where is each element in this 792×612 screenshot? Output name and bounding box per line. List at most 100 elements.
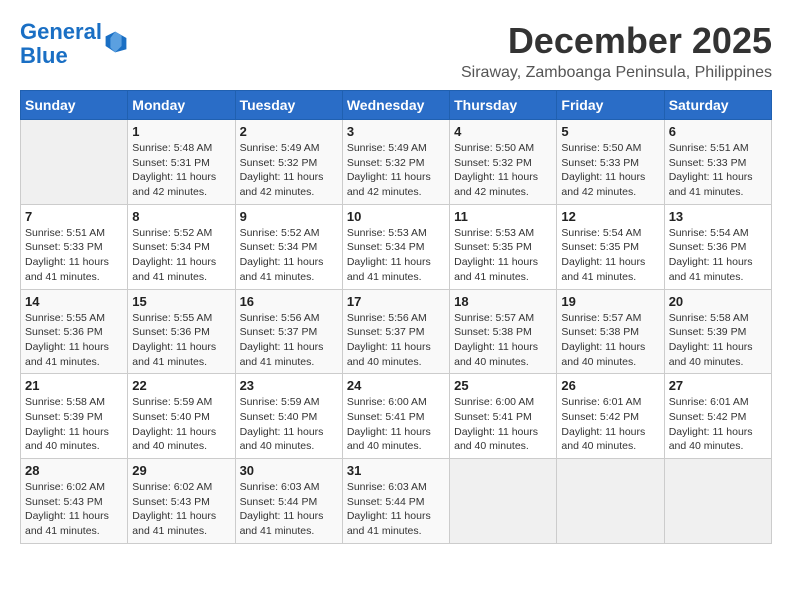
day-number: 9 bbox=[240, 209, 338, 224]
day-info: Sunrise: 5:51 AM Sunset: 5:33 PM Dayligh… bbox=[669, 141, 767, 200]
calendar-cell: 27 Sunrise: 6:01 AM Sunset: 5:42 PM Dayli… bbox=[664, 374, 771, 459]
page-header: GeneralBlue December 2025 Siraway, Zambo… bbox=[20, 20, 772, 82]
week-row-3: 14Sunrise: 5:55 AM Sunset: 5:36 PM Dayli… bbox=[21, 289, 772, 374]
day-info: Sunrise: 5:55 AM Sunset: 5:36 PM Dayligh… bbox=[132, 311, 230, 370]
day-number: 25 bbox=[454, 378, 552, 393]
calendar-cell: 10 Sunrise: 5:53 AM Sunset: 5:34 PM Dayli… bbox=[342, 204, 449, 289]
day-number: 3 bbox=[347, 124, 445, 139]
day-info: Sunrise: 5:57 AM Sunset: 5:38 PM Dayligh… bbox=[561, 311, 659, 370]
calendar-cell: 8 Sunrise: 5:52 AM Sunset: 5:34 PM Daylig… bbox=[128, 204, 235, 289]
day-info: Sunrise: 5:57 AM Sunset: 5:38 PM Dayligh… bbox=[454, 311, 552, 370]
calendar-cell: 13 Sunrise: 5:54 AM Sunset: 5:36 PM Dayli… bbox=[664, 204, 771, 289]
weekday-header-sunday: Sunday bbox=[21, 91, 128, 120]
weekday-header-wednesday: Wednesday bbox=[342, 91, 449, 120]
day-info: Sunrise: 6:03 AM Sunset: 5:44 PM Dayligh… bbox=[347, 480, 445, 539]
day-number: 18 bbox=[454, 294, 552, 309]
day-number: 29 bbox=[132, 463, 230, 478]
day-info: Sunrise: 6:00 AM Sunset: 5:41 PM Dayligh… bbox=[347, 395, 445, 454]
calendar-cell: 30 Sunrise: 6:03 AM Sunset: 5:44 PM Dayli… bbox=[235, 459, 342, 544]
day-number: 17 bbox=[347, 294, 445, 309]
day-info: Sunrise: 5:58 AM Sunset: 5:39 PM Dayligh… bbox=[25, 395, 123, 454]
day-info: Sunrise: 6:00 AM Sunset: 5:41 PM Dayligh… bbox=[454, 395, 552, 454]
calendar-cell bbox=[664, 459, 771, 544]
day-number: 13 bbox=[669, 209, 767, 224]
calendar-cell: 25 Sunrise: 6:00 AM Sunset: 5:41 PM Dayli… bbox=[450, 374, 557, 459]
month-title: December 2025 bbox=[461, 20, 772, 62]
day-number: 20 bbox=[669, 294, 767, 309]
day-info: Sunrise: 6:01 AM Sunset: 5:42 PM Dayligh… bbox=[669, 395, 767, 454]
day-number: 4 bbox=[454, 124, 552, 139]
week-row-2: 7Sunrise: 5:51 AM Sunset: 5:33 PM Daylig… bbox=[21, 204, 772, 289]
calendar-cell bbox=[21, 120, 128, 205]
day-info: Sunrise: 5:52 AM Sunset: 5:34 PM Dayligh… bbox=[132, 226, 230, 285]
calendar-cell bbox=[450, 459, 557, 544]
calendar-cell: 28Sunrise: 6:02 AM Sunset: 5:43 PM Dayli… bbox=[21, 459, 128, 544]
day-info: Sunrise: 5:51 AM Sunset: 5:33 PM Dayligh… bbox=[25, 226, 123, 285]
day-info: Sunrise: 5:53 AM Sunset: 5:34 PM Dayligh… bbox=[347, 226, 445, 285]
week-row-1: 1Sunrise: 5:48 AM Sunset: 5:31 PM Daylig… bbox=[21, 120, 772, 205]
calendar-cell: 4 Sunrise: 5:50 AM Sunset: 5:32 PM Daylig… bbox=[450, 120, 557, 205]
day-info: Sunrise: 5:49 AM Sunset: 5:32 PM Dayligh… bbox=[347, 141, 445, 200]
day-number: 8 bbox=[132, 209, 230, 224]
day-info: Sunrise: 6:01 AM Sunset: 5:42 PM Dayligh… bbox=[561, 395, 659, 454]
calendar-cell: 21Sunrise: 5:58 AM Sunset: 5:39 PM Dayli… bbox=[21, 374, 128, 459]
day-info: Sunrise: 5:59 AM Sunset: 5:40 PM Dayligh… bbox=[132, 395, 230, 454]
day-number: 19 bbox=[561, 294, 659, 309]
calendar-cell: 24 Sunrise: 6:00 AM Sunset: 5:41 PM Dayli… bbox=[342, 374, 449, 459]
calendar-table: SundayMondayTuesdayWednesdayThursdayFrid… bbox=[20, 90, 772, 544]
calendar-cell: 2Sunrise: 5:49 AM Sunset: 5:32 PM Daylig… bbox=[235, 120, 342, 205]
day-info: Sunrise: 5:50 AM Sunset: 5:33 PM Dayligh… bbox=[561, 141, 659, 200]
calendar-cell: 15 Sunrise: 5:55 AM Sunset: 5:36 PM Dayli… bbox=[128, 289, 235, 374]
calendar-cell: 9Sunrise: 5:52 AM Sunset: 5:34 PM Daylig… bbox=[235, 204, 342, 289]
weekday-header-thursday: Thursday bbox=[450, 91, 557, 120]
day-number: 31 bbox=[347, 463, 445, 478]
calendar-cell: 17Sunrise: 5:56 AM Sunset: 5:37 PM Dayli… bbox=[342, 289, 449, 374]
day-info: Sunrise: 5:53 AM Sunset: 5:35 PM Dayligh… bbox=[454, 226, 552, 285]
calendar-cell: 5 Sunrise: 5:50 AM Sunset: 5:33 PM Daylig… bbox=[557, 120, 664, 205]
day-info: Sunrise: 6:02 AM Sunset: 5:43 PM Dayligh… bbox=[132, 480, 230, 539]
calendar-cell: 31 Sunrise: 6:03 AM Sunset: 5:44 PM Dayli… bbox=[342, 459, 449, 544]
day-number: 5 bbox=[561, 124, 659, 139]
day-info: Sunrise: 5:55 AM Sunset: 5:36 PM Dayligh… bbox=[25, 311, 123, 370]
day-info: Sunrise: 5:48 AM Sunset: 5:31 PM Dayligh… bbox=[132, 141, 230, 200]
day-number: 22 bbox=[132, 378, 230, 393]
day-number: 28 bbox=[25, 463, 123, 478]
week-row-4: 21Sunrise: 5:58 AM Sunset: 5:39 PM Dayli… bbox=[21, 374, 772, 459]
weekday-header-tuesday: Tuesday bbox=[235, 91, 342, 120]
day-info: Sunrise: 5:50 AM Sunset: 5:32 PM Dayligh… bbox=[454, 141, 552, 200]
calendar-cell: 18 Sunrise: 5:57 AM Sunset: 5:38 PM Dayli… bbox=[450, 289, 557, 374]
day-info: Sunrise: 6:03 AM Sunset: 5:44 PM Dayligh… bbox=[240, 480, 338, 539]
calendar-cell: 23Sunrise: 5:59 AM Sunset: 5:40 PM Dayli… bbox=[235, 374, 342, 459]
title-block: December 2025 Siraway, Zamboanga Peninsu… bbox=[461, 20, 772, 82]
calendar-cell: 20 Sunrise: 5:58 AM Sunset: 5:39 PM Dayli… bbox=[664, 289, 771, 374]
day-info: Sunrise: 5:54 AM Sunset: 5:36 PM Dayligh… bbox=[669, 226, 767, 285]
day-info: Sunrise: 5:54 AM Sunset: 5:35 PM Dayligh… bbox=[561, 226, 659, 285]
day-number: 30 bbox=[240, 463, 338, 478]
day-number: 27 bbox=[669, 378, 767, 393]
logo-icon bbox=[104, 30, 128, 54]
day-number: 2 bbox=[240, 124, 338, 139]
day-number: 16 bbox=[240, 294, 338, 309]
day-info: Sunrise: 5:59 AM Sunset: 5:40 PM Dayligh… bbox=[240, 395, 338, 454]
day-number: 26 bbox=[561, 378, 659, 393]
day-number: 15 bbox=[132, 294, 230, 309]
day-number: 6 bbox=[669, 124, 767, 139]
calendar-cell: 7Sunrise: 5:51 AM Sunset: 5:33 PM Daylig… bbox=[21, 204, 128, 289]
weekday-header-monday: Monday bbox=[128, 91, 235, 120]
calendar-cell: 14Sunrise: 5:55 AM Sunset: 5:36 PM Dayli… bbox=[21, 289, 128, 374]
calendar-cell: 19 Sunrise: 5:57 AM Sunset: 5:38 PM Dayli… bbox=[557, 289, 664, 374]
logo-text: GeneralBlue bbox=[20, 20, 102, 68]
day-info: Sunrise: 5:56 AM Sunset: 5:37 PM Dayligh… bbox=[240, 311, 338, 370]
calendar-cell: 11 Sunrise: 5:53 AM Sunset: 5:35 PM Dayli… bbox=[450, 204, 557, 289]
week-row-5: 28 Sunrise: 6:02 AM Sunset: 5:43 PM Dayli… bbox=[21, 459, 772, 544]
calendar-cell: 1Sunrise: 5:48 AM Sunset: 5:31 PM Daylig… bbox=[128, 120, 235, 205]
calendar-cell: 29 Sunrise: 6:02 AM Sunset: 5:43 PM Dayli… bbox=[128, 459, 235, 544]
day-number: 10 bbox=[347, 209, 445, 224]
calendar-cell: 6 Sunrise: 5:51 AM Sunset: 5:33 PM Daylig… bbox=[664, 120, 771, 205]
weekday-header-friday: Friday bbox=[557, 91, 664, 120]
day-number: 12 bbox=[561, 209, 659, 224]
logo: GeneralBlue bbox=[20, 20, 128, 68]
day-info: Sunrise: 5:58 AM Sunset: 5:39 PM Dayligh… bbox=[669, 311, 767, 370]
day-number: 24 bbox=[347, 378, 445, 393]
day-number: 11 bbox=[454, 209, 552, 224]
